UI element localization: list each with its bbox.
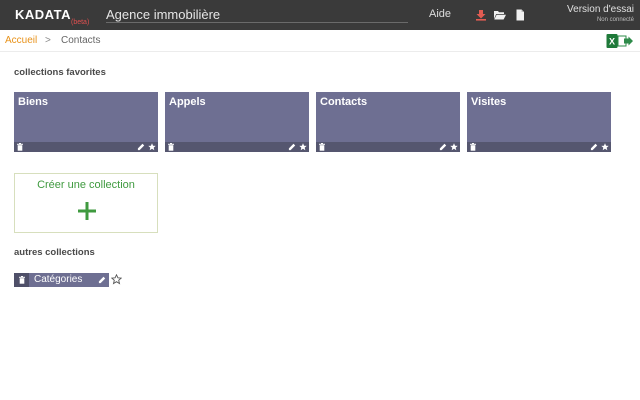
trash-icon[interactable] [16,143,24,151]
plus-icon [78,202,96,220]
collection-name: Contacts [320,96,368,108]
collection-name: Appels [169,96,206,108]
card-footer [467,142,611,152]
trash-icon[interactable] [167,143,175,151]
card-footer [316,142,460,152]
collection-name: Biens [18,96,48,108]
breadcrumb-current: Contacts [61,35,101,46]
beta-badge: (beta) [71,19,90,26]
create-collection-button[interactable]: Créer une collection [14,173,158,233]
pencil-icon[interactable] [288,143,296,151]
star-filled-icon[interactable] [601,143,609,151]
trash-icon[interactable] [469,143,477,151]
star-filled-icon[interactable] [148,143,156,151]
connection-status: Non connecté [596,17,634,23]
help-link[interactable]: Aide [429,8,451,20]
svg-text:X: X [609,37,615,47]
create-collection-label: Créer une collection [37,179,135,191]
app-title-field[interactable]: Agence immobilière [106,6,408,23]
pencil-icon[interactable] [439,143,447,151]
trash-icon [19,276,25,284]
card-footer [14,142,158,152]
collection-tag-categories[interactable]: Catégories [14,273,109,287]
collection-name: Catégories [34,274,83,285]
collection-card-appels[interactable]: Appels [165,92,309,152]
excel-export-icon[interactable]: X [606,33,634,49]
card-footer [165,142,309,152]
pencil-icon[interactable] [98,276,106,284]
other-collections-heading: autres collections [14,247,95,258]
collection-card-visites[interactable]: Visites [467,92,611,152]
folder-open-icon[interactable] [493,8,507,22]
breadcrumb: Accueil > Contacts X [0,30,640,52]
pencil-icon[interactable] [590,143,598,151]
favorites-heading: collections favorites [14,67,106,78]
trash-icon[interactable] [318,143,326,151]
star-filled-icon[interactable] [299,143,307,151]
collection-card-biens[interactable]: Biens [14,92,158,152]
breadcrumb-home[interactable]: Accueil [5,35,37,46]
tag-trash-button[interactable] [14,273,29,287]
document-icon[interactable] [513,8,527,22]
app-logo[interactable]: KADATA [15,7,71,22]
star-outline-icon[interactable] [111,274,122,285]
top-bar: KADATA (beta) Agence immobilière Aide Ve… [0,0,640,30]
breadcrumb-separator: > [45,35,51,46]
pencil-icon[interactable] [137,143,145,151]
star-filled-icon[interactable] [450,143,458,151]
version-label[interactable]: Version d'essai [567,4,634,15]
download-icon[interactable] [474,8,488,22]
collection-card-contacts[interactable]: Contacts [316,92,460,152]
collection-name: Visites [471,96,507,108]
